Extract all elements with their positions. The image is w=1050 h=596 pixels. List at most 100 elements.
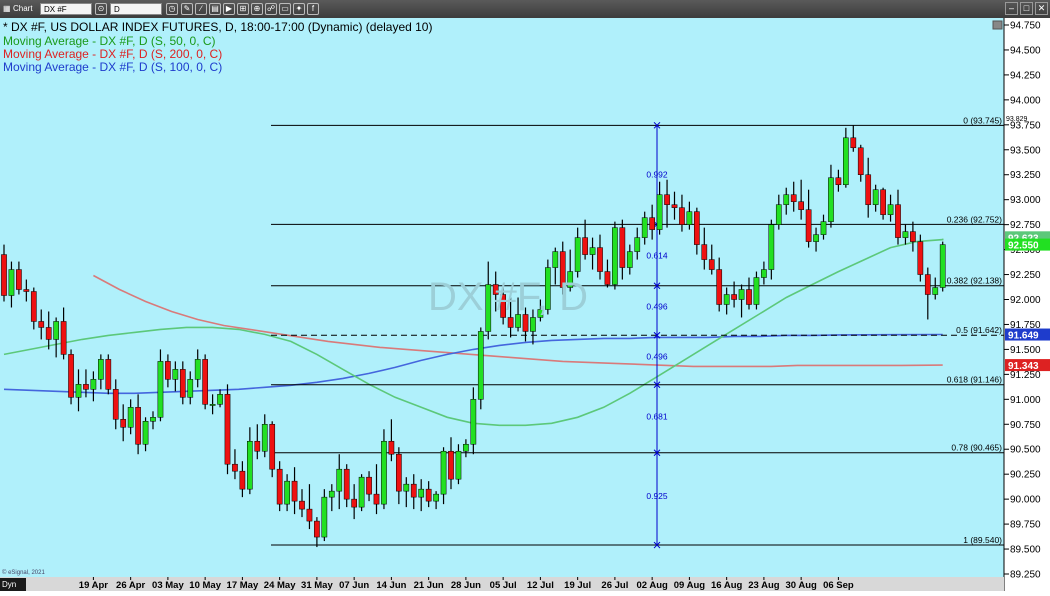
maximize-button[interactable]: □ bbox=[1020, 2, 1033, 15]
fib-level-label: 0.78 (90.465) bbox=[951, 443, 1002, 453]
zoom-icon[interactable]: ⊕ bbox=[251, 3, 263, 15]
price-tag: 91.649 bbox=[1005, 328, 1050, 342]
fib-level-label: 0 (93.745) bbox=[963, 115, 1002, 125]
cursor-mode-label[interactable]: Dyn bbox=[0, 578, 26, 591]
candle-body bbox=[604, 271, 611, 285]
x-tick-label: 21 Jun bbox=[414, 580, 444, 591]
candle-body bbox=[835, 177, 842, 185]
candle-body bbox=[388, 440, 395, 455]
high-marker-label: 93.829 bbox=[1006, 116, 1028, 123]
candle bbox=[224, 384, 231, 475]
interval-select[interactable]: D bbox=[110, 3, 162, 15]
price-tag-label: 91.649 bbox=[1008, 331, 1039, 342]
candle bbox=[202, 354, 209, 410]
candle-body bbox=[269, 424, 276, 470]
candle-body bbox=[314, 520, 320, 538]
y-tick-label: 89.250 bbox=[1010, 570, 1041, 581]
y-tick-label: 94.750 bbox=[1010, 21, 1041, 32]
candle-body bbox=[768, 224, 775, 270]
candle-body bbox=[381, 440, 387, 505]
candle-body bbox=[135, 407, 141, 445]
candle-body bbox=[619, 227, 626, 268]
clock-icon[interactable]: ◷ bbox=[166, 3, 178, 15]
chart-options-icon[interactable] bbox=[992, 20, 1003, 30]
candle-body bbox=[634, 237, 641, 252]
fib-level-label: 0.5 (91.642) bbox=[956, 325, 1002, 335]
candle-body bbox=[910, 231, 916, 242]
facebook-icon[interactable]: f bbox=[307, 3, 319, 15]
candle-body bbox=[433, 493, 439, 502]
candle-body bbox=[738, 289, 745, 300]
candle-body bbox=[150, 417, 156, 422]
drawing-set-icon[interactable]: ▤ bbox=[209, 3, 221, 15]
candle-body bbox=[470, 399, 477, 445]
minimize-button[interactable]: – bbox=[1005, 2, 1018, 15]
candle bbox=[612, 221, 618, 290]
candle-body bbox=[8, 269, 15, 296]
candle-body bbox=[530, 317, 536, 332]
print-icon[interactable]: ▭ bbox=[279, 3, 291, 15]
ma50-legend: Moving Average - DX #F, D (S, 50, 0, C) bbox=[3, 34, 216, 48]
candle bbox=[917, 234, 924, 282]
chart-title: * DX #F, US DOLLAR INDEX FUTURES, D, 18:… bbox=[3, 20, 433, 34]
candle-body bbox=[939, 244, 946, 288]
candle bbox=[477, 327, 484, 410]
candle-body bbox=[291, 480, 298, 502]
x-tick-label: 06 Sep bbox=[823, 580, 854, 591]
candle-body bbox=[708, 259, 715, 270]
y-tick-label: 94.000 bbox=[1010, 95, 1041, 106]
y-tick-label: 89.500 bbox=[1010, 545, 1041, 556]
candle-body bbox=[276, 468, 283, 505]
candle-body bbox=[574, 237, 581, 272]
x-tick-label: 02 Aug bbox=[636, 580, 668, 591]
candle-body bbox=[843, 137, 849, 185]
chart-app-label: Chart bbox=[13, 4, 33, 13]
candle-body bbox=[716, 269, 723, 305]
candle-body bbox=[60, 321, 67, 355]
x-tick-label: 14 Jun bbox=[376, 580, 406, 591]
candle-body bbox=[98, 359, 104, 380]
candle-body bbox=[656, 194, 663, 230]
candle-body bbox=[112, 389, 119, 420]
ma200-legend: Moving Average - DX #F, D (S, 200, 0, C) bbox=[3, 47, 223, 61]
candle bbox=[880, 187, 886, 220]
x-tick-label: 19 Jul bbox=[564, 580, 591, 591]
link-icon[interactable]: ⊙ bbox=[95, 3, 107, 15]
candle-body bbox=[343, 468, 350, 500]
candle bbox=[358, 474, 365, 512]
link-chart-icon[interactable]: ☍ bbox=[265, 3, 277, 15]
candle-body bbox=[75, 384, 82, 398]
y-tick-label: 91.000 bbox=[1010, 395, 1041, 406]
candle-body bbox=[552, 251, 559, 268]
candle-body bbox=[902, 231, 909, 238]
candle-body bbox=[872, 189, 879, 205]
candle-body bbox=[731, 294, 737, 300]
candle-body bbox=[440, 450, 447, 495]
x-tick-label: 30 Aug bbox=[785, 580, 817, 591]
pencil-icon[interactable]: ✎ bbox=[181, 3, 193, 15]
y-tick-label: 94.250 bbox=[1010, 70, 1041, 81]
fib-ratio-label: 0.496 bbox=[646, 301, 668, 311]
y-tick-label: 94.500 bbox=[1010, 45, 1041, 56]
candle-body bbox=[83, 384, 89, 390]
close-button[interactable]: ✕ bbox=[1035, 2, 1048, 15]
ma100-legend: Moving Average - DX #F, D (S, 100, 0, C) bbox=[3, 60, 223, 74]
symbol-input[interactable]: DX #F bbox=[40, 3, 92, 15]
candle-body bbox=[127, 407, 134, 428]
candle bbox=[381, 429, 387, 510]
twitter-icon[interactable]: ✦ bbox=[293, 3, 305, 15]
candle-body bbox=[857, 147, 864, 175]
candle-body bbox=[53, 321, 59, 340]
chart-area[interactable]: 0 (93.745) 0.236 (92.752) 0.382 (92.138) 0.… bbox=[0, 18, 1050, 591]
draw-tool-icon[interactable]: ∕ bbox=[195, 3, 207, 15]
candle-body bbox=[30, 291, 37, 322]
candle-body bbox=[850, 137, 857, 149]
candle-body bbox=[649, 217, 655, 230]
template-icon[interactable]: ⊞ bbox=[237, 3, 249, 15]
candle-body bbox=[247, 440, 253, 490]
x-tick-label: 23 Aug bbox=[748, 580, 780, 591]
candle-body bbox=[425, 488, 432, 502]
x-tick-label: 12 Jul bbox=[527, 580, 554, 591]
play-icon[interactable]: ▶ bbox=[223, 3, 235, 15]
candle bbox=[321, 489, 328, 542]
